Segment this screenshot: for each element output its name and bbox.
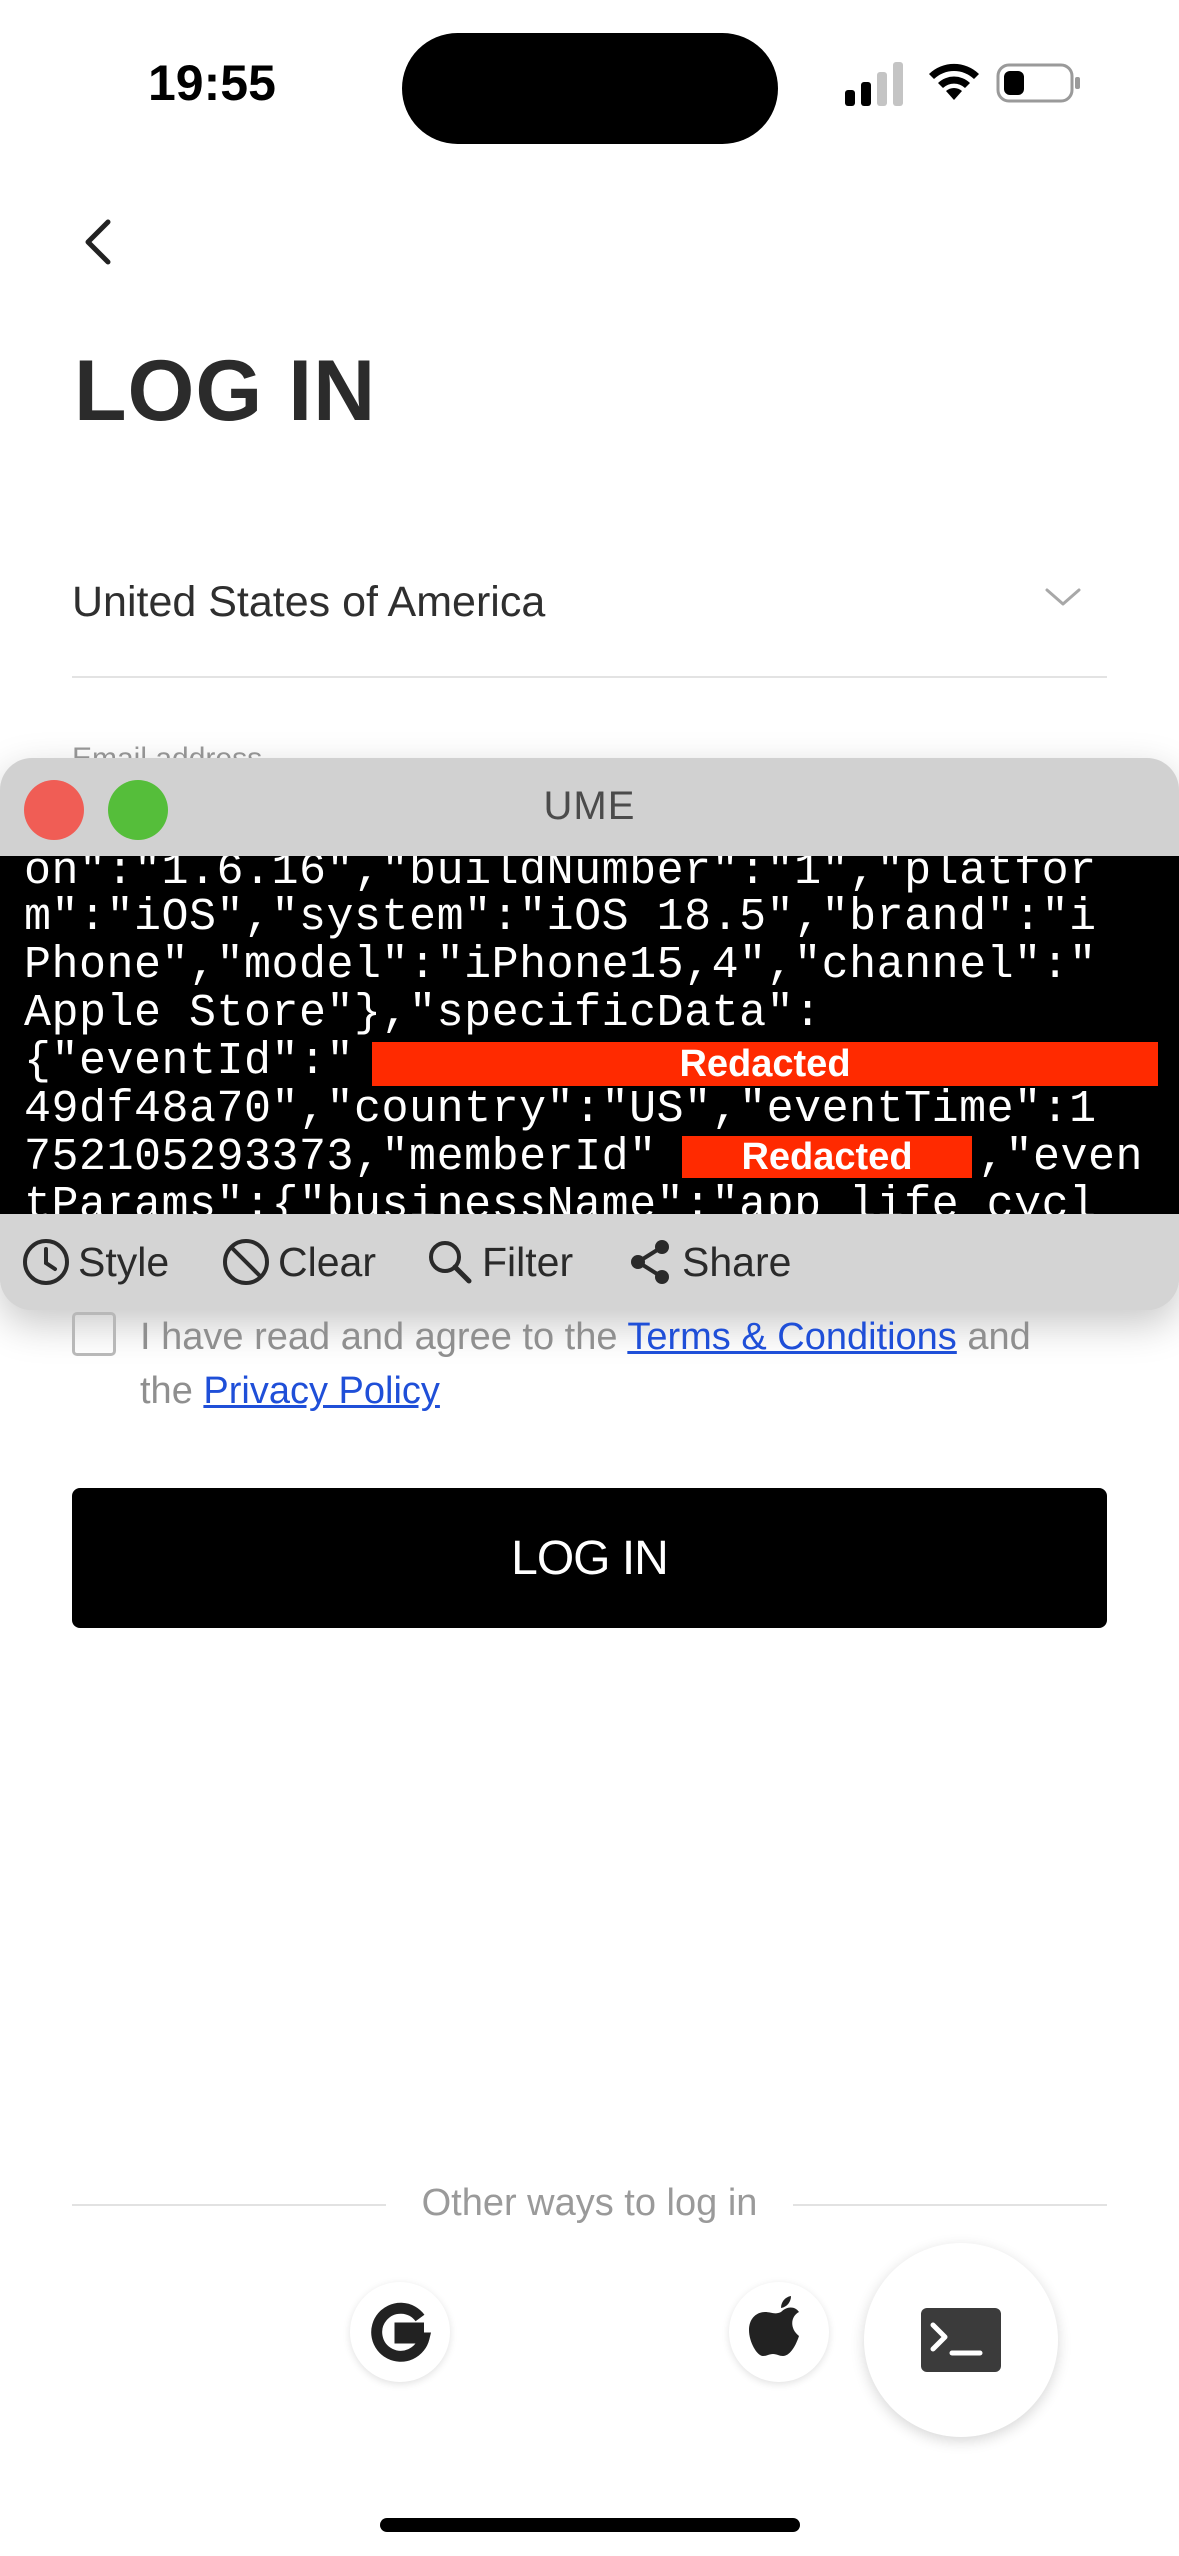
dynamic-island	[402, 33, 778, 144]
clock-icon	[23, 1239, 69, 1285]
redaction-box: Redacted	[682, 1136, 972, 1178]
filter-label: Filter	[482, 1238, 574, 1285]
home-indicator	[380, 2518, 800, 2532]
divider	[793, 2204, 1107, 2206]
ume-debug-panel: UME on":"1.6.16","buildNumber":"1","plat…	[0, 758, 1179, 1310]
status-time: 19:55	[148, 55, 276, 111]
share-icon	[631, 1240, 669, 1284]
apple-icon	[749, 2296, 799, 2356]
log-line: Phone","model":"iPhone15,4","channel":"	[24, 940, 1097, 991]
other-ways-label: Other ways to log in	[421, 2182, 758, 2224]
ume-titlebar[interactable]: UME	[0, 758, 1179, 856]
battery-icon	[996, 63, 1080, 103]
clear-label: Clear	[278, 1238, 376, 1285]
terminal-debug-button[interactable]	[864, 2243, 1058, 2437]
style-button[interactable]: Style	[20, 1236, 169, 1288]
google-login-button[interactable]	[350, 2282, 450, 2382]
log-line: m":"iOS","system":"iOS 18.5","brand":"i	[24, 892, 1097, 943]
log-line: Apple Store"},"specificData":	[24, 988, 822, 1039]
wifi-icon	[929, 63, 979, 100]
share-button[interactable]: Share	[624, 1236, 791, 1288]
log-line: 49df48a70","country":"US","eventTime":1	[24, 1084, 1097, 1135]
country-value: United States of America	[72, 578, 546, 626]
cellular-signal-icon	[845, 62, 903, 106]
log-line-tail: ,"even	[978, 1132, 1144, 1183]
redaction-box: Redacted	[372, 1042, 1158, 1086]
clear-button[interactable]: Clear	[220, 1236, 376, 1288]
style-label: Style	[78, 1238, 170, 1285]
google-icon	[371, 2302, 432, 2362]
page-title: LOG IN	[74, 343, 377, 439]
filter-button[interactable]: Filter	[424, 1236, 573, 1288]
login-button-label: LOG IN	[511, 1531, 669, 1585]
block-icon	[223, 1239, 269, 1285]
terms-checkbox[interactable]	[72, 1312, 116, 1356]
apple-login-button[interactable]	[729, 2282, 829, 2382]
log-line: 752105293373,"memberId"	[24, 1132, 657, 1183]
log-line: tParams":{"businessName":"app life cycl	[24, 1180, 1097, 1215]
terminal-icon	[921, 2308, 1001, 2372]
terms-prefix: I have read and agree to the	[140, 1316, 628, 1358]
share-label: Share	[682, 1238, 792, 1285]
search-icon	[429, 1241, 472, 1284]
back-chevron-icon[interactable]	[72, 212, 128, 272]
terms-conditions-link[interactable]: Terms & Conditions	[627, 1316, 956, 1358]
chevron-down-icon	[1045, 588, 1081, 606]
privacy-policy-link[interactable]: Privacy Policy	[203, 1370, 440, 1412]
log-line: {"eventId":"	[24, 1036, 355, 1087]
ume-toolbar: Style Clear Filter Share	[0, 1214, 1179, 1310]
login-button[interactable]: LOG IN	[72, 1488, 1107, 1628]
country-select[interactable]: United States of America	[72, 540, 1107, 678]
divider	[72, 2204, 386, 2206]
ume-title: UME	[543, 784, 636, 828]
terms-text: I have read and agree to the Terms & Con…	[140, 1310, 1070, 1418]
log-console[interactable]: on":"1.6.16","buildNumber":"1","platfor …	[0, 856, 1179, 1214]
log-line: on":"1.6.16","buildNumber":"1","platfor	[24, 856, 1097, 897]
